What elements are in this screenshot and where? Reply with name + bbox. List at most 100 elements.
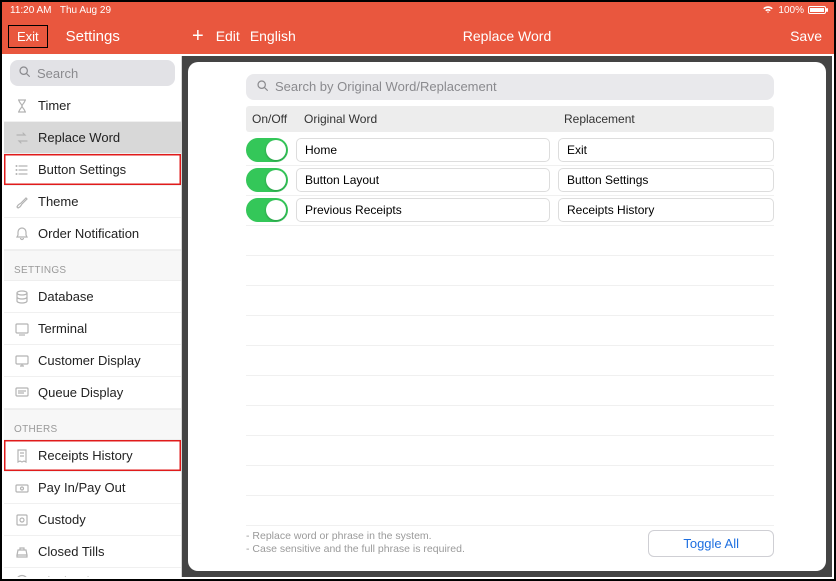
sidebar-item-closed-tills[interactable]: Closed Tills (4, 536, 181, 568)
sidebar-item-label: Pay In/Pay Out (38, 480, 125, 495)
topbar: Exit Settings + Edit English Replace Wor… (2, 18, 834, 54)
sidebar-item-label: Order Notification (38, 226, 139, 241)
original-word-input[interactable]: Button Layout (296, 168, 550, 192)
sidebar-item-label: Terminal (38, 321, 87, 336)
empty-row (246, 226, 774, 256)
toggle-all-button[interactable]: Toggle All (648, 530, 774, 557)
search-icon (256, 79, 269, 95)
app-root: 11:20 AM Thu Aug 29 100% Exit Settings +… (0, 0, 836, 581)
sidebar-item-label: Replace Word (38, 130, 120, 145)
replacement-input[interactable]: Receipts History (558, 198, 774, 222)
sidebar-item-button-settings[interactable]: Button Settings (4, 154, 181, 186)
topbar-right: + Edit English Replace Word Save (180, 18, 834, 54)
empty-row (246, 436, 774, 466)
sidebar-item-label: Theme (38, 194, 78, 209)
database-icon (14, 289, 30, 305)
add-button[interactable]: + (192, 25, 204, 48)
battery-icon (808, 6, 826, 14)
row-toggle[interactable] (246, 168, 288, 192)
sidebar-search-placeholder: Search (37, 66, 78, 81)
receipt-icon (14, 448, 30, 464)
empty-row (246, 316, 774, 346)
exit-button[interactable]: Exit (8, 25, 48, 48)
empty-row (246, 346, 774, 376)
col-onoff: On/Off (246, 112, 300, 126)
original-word-input[interactable]: Home (296, 138, 550, 162)
sidebar-item-order-notification[interactable]: Order Notification (4, 218, 181, 250)
body: Search Timer Replace Word Button Settings T… (4, 56, 832, 577)
panel-search-placeholder: Search by Original Word/Replacement (275, 79, 497, 94)
sidebar-item-label: Clock In/Out (38, 574, 110, 578)
safe-icon (14, 512, 30, 528)
status-date: Thu Aug 29 (60, 5, 111, 16)
sidebar-item-label: Custody (38, 512, 86, 527)
empty-row (246, 466, 774, 496)
sidebar-item-timer[interactable]: Timer (4, 90, 181, 122)
col-replacement: Replacement (558, 112, 774, 126)
hint-line-1: - Replace word or phrase in the system. (246, 530, 465, 544)
sidebar-item-terminal[interactable]: Terminal (4, 313, 181, 345)
table-row: Home Exit (246, 136, 774, 166)
sidebar-search-wrap: Search (4, 56, 181, 90)
sidebar-item-database[interactable]: Database (4, 281, 181, 313)
status-time: 11:20 AM (10, 5, 52, 16)
sidebar-item-custody[interactable]: Custody (4, 504, 181, 536)
sidebar-item-queue-display[interactable]: Queue Display (4, 377, 181, 409)
main-panel: Search by Original Word/Replacement On/O… (182, 56, 832, 577)
sidebar-item-clock-in-out[interactable]: Clock In/Out (4, 568, 181, 577)
swap-icon (14, 130, 30, 146)
edit-button[interactable]: Edit (216, 28, 240, 44)
sidebar-section-others: OTHERS (4, 410, 181, 440)
settings-title: Settings (66, 28, 120, 45)
page-title: Replace Word (463, 28, 551, 44)
table-row: Button Layout Button Settings (246, 166, 774, 196)
sidebar-item-label: Queue Display (38, 385, 123, 400)
terminal-icon (14, 321, 30, 337)
sidebar: Search Timer Replace Word Button Settings T… (4, 56, 182, 577)
content-card: Search by Original Word/Replacement On/O… (188, 62, 826, 571)
display-icon (14, 353, 30, 369)
save-button[interactable]: Save (790, 28, 822, 44)
hints: - Replace word or phrase in the system. … (246, 530, 465, 557)
cash-icon (14, 480, 30, 496)
empty-row (246, 496, 774, 526)
hourglass-icon (14, 98, 30, 114)
replacement-input[interactable]: Button Settings (558, 168, 774, 192)
bell-icon (14, 226, 30, 242)
sidebar-item-theme[interactable]: Theme (4, 186, 181, 218)
sidebar-item-label: Database (38, 289, 94, 304)
sidebar-item-customer-display[interactable]: Customer Display (4, 345, 181, 377)
table-header: On/Off Original Word Replacement (246, 106, 774, 132)
row-toggle[interactable] (246, 198, 288, 222)
search-icon (18, 65, 31, 81)
row-toggle[interactable] (246, 138, 288, 162)
sidebar-item-label: Timer (38, 98, 71, 113)
panel-search[interactable]: Search by Original Word/Replacement (246, 74, 774, 100)
sidebar-item-label: Closed Tills (38, 544, 104, 559)
sidebar-search[interactable]: Search (10, 60, 175, 86)
table-row: Previous Receipts Receipts History (246, 196, 774, 226)
queue-icon (14, 385, 30, 401)
language-button[interactable]: English (250, 28, 296, 44)
col-original: Original Word (300, 112, 558, 126)
panel-footer: - Replace word or phrase in the system. … (204, 526, 810, 561)
sidebar-section-settings: SETTINGS (4, 251, 181, 281)
empty-row (246, 256, 774, 286)
sidebar-item-pay-in-pay-out[interactable]: Pay In/Pay Out (4, 472, 181, 504)
replacement-input[interactable]: Exit (558, 138, 774, 162)
original-word-input[interactable]: Previous Receipts (296, 198, 550, 222)
empty-row (246, 406, 774, 436)
sidebar-item-label: Customer Display (38, 353, 141, 368)
sidebar-item-label: Receipts History (38, 448, 133, 463)
till-icon (14, 544, 30, 560)
sidebar-item-receipts-history[interactable]: Receipts History (4, 440, 181, 472)
brush-icon (14, 194, 30, 210)
wifi-icon (762, 4, 774, 17)
empty-row (246, 376, 774, 406)
status-time-date: 11:20 AM Thu Aug 29 (10, 5, 111, 16)
sidebar-item-replace-word[interactable]: Replace Word (4, 122, 181, 154)
sidebar-item-label: Button Settings (38, 162, 126, 177)
status-bar: 11:20 AM Thu Aug 29 100% (2, 2, 834, 18)
list-icon (14, 162, 30, 178)
clock-icon (14, 573, 30, 577)
